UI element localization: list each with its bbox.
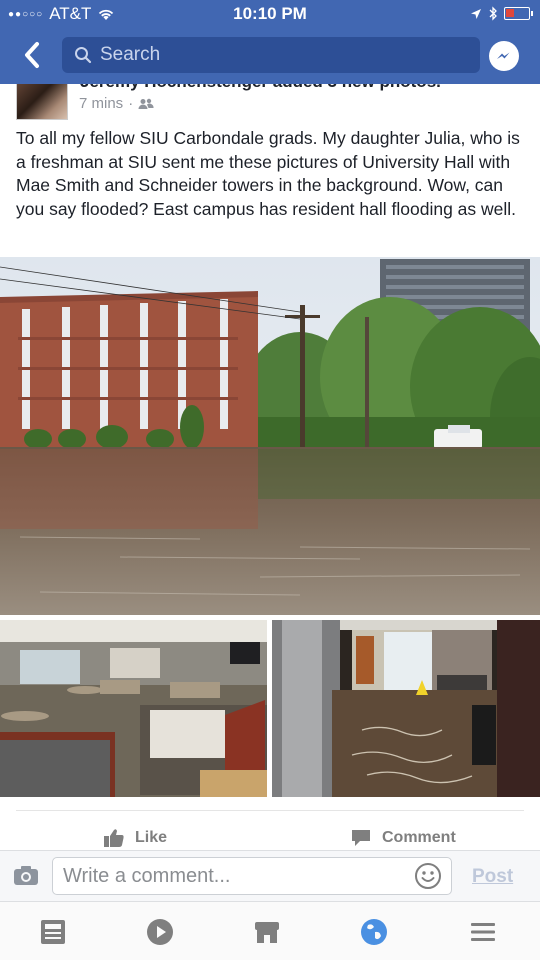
flood-photo-main: [0, 257, 540, 615]
comment-bar: Write a comment... Post: [0, 850, 540, 902]
clock: 10:10 PM: [233, 4, 307, 23]
photo-flooded-lobby[interactable]: [0, 620, 267, 797]
video-icon: [147, 919, 173, 945]
bluetooth-icon: [489, 6, 497, 21]
battery-level: [506, 9, 514, 17]
search-input[interactable]: Search: [62, 37, 480, 73]
battery-icon: [504, 7, 533, 20]
post-comment-button[interactable]: Post: [472, 866, 513, 888]
facebook-post-screen: ●●○○○ AT&T 10:10 PM Search Jeremy Hochen…: [0, 0, 540, 960]
back-button[interactable]: [16, 38, 50, 72]
chevron-left-icon: [25, 42, 39, 68]
tab-marketplace[interactable]: [252, 917, 282, 947]
like-button[interactable]: Like: [103, 825, 167, 851]
top-bar: ●●○○○ AT&T 10:10 PM Search: [0, 0, 540, 84]
tab-video[interactable]: [145, 917, 175, 947]
post-text: To all my fellow SIU Carbondale grads. M…: [16, 128, 520, 219]
comment-placeholder: Write a comment...: [63, 864, 231, 887]
emoji-button[interactable]: [414, 862, 442, 890]
feed-icon: [41, 920, 65, 944]
tab-bar: [0, 902, 540, 960]
search-icon: [75, 47, 92, 64]
search-placeholder: Search: [100, 44, 161, 65]
smiley-icon: [415, 863, 441, 889]
status-right: [470, 6, 533, 21]
avatar[interactable]: [16, 84, 68, 120]
photo-university-hall[interactable]: [0, 257, 540, 615]
comment-label: Comment: [382, 829, 456, 846]
flood-photo-lobby: [0, 620, 267, 797]
tab-news-feed[interactable]: [38, 917, 68, 947]
tab-menu[interactable]: [468, 917, 498, 947]
friends-icon: [138, 98, 154, 109]
post-timestamp[interactable]: 7 mins: [79, 95, 123, 112]
thumbs-up-icon: [104, 829, 124, 847]
like-label: Like: [135, 829, 168, 846]
tab-notifications[interactable]: [359, 917, 389, 947]
meta-separator: ·: [128, 95, 134, 112]
messenger-icon: [497, 52, 510, 59]
post-header: Jeremy Hochenstenger added 3 new photos.…: [0, 84, 540, 120]
camera-icon: [14, 866, 38, 885]
camera-button[interactable]: [12, 864, 40, 888]
marketplace-icon: [255, 922, 279, 943]
status-bar: ●●○○○ AT&T 10:10 PM: [0, 0, 540, 28]
post-meta: 7 mins ·: [79, 95, 154, 112]
action-divider: [16, 810, 524, 811]
comment-icon: [352, 830, 370, 846]
menu-icon: [471, 923, 495, 941]
globe-icon: [361, 919, 387, 945]
location-arrow-icon: [471, 8, 481, 19]
messenger-button[interactable]: [489, 41, 519, 71]
post-author[interactable]: Jeremy Hochenstenger added 3 new photos.: [80, 84, 441, 92]
flood-photo-hallway: [272, 620, 540, 797]
comment-input[interactable]: Write a comment...: [52, 857, 452, 895]
comment-button[interactable]: Comment: [350, 825, 456, 851]
photo-flooded-hallway[interactable]: [272, 620, 540, 797]
